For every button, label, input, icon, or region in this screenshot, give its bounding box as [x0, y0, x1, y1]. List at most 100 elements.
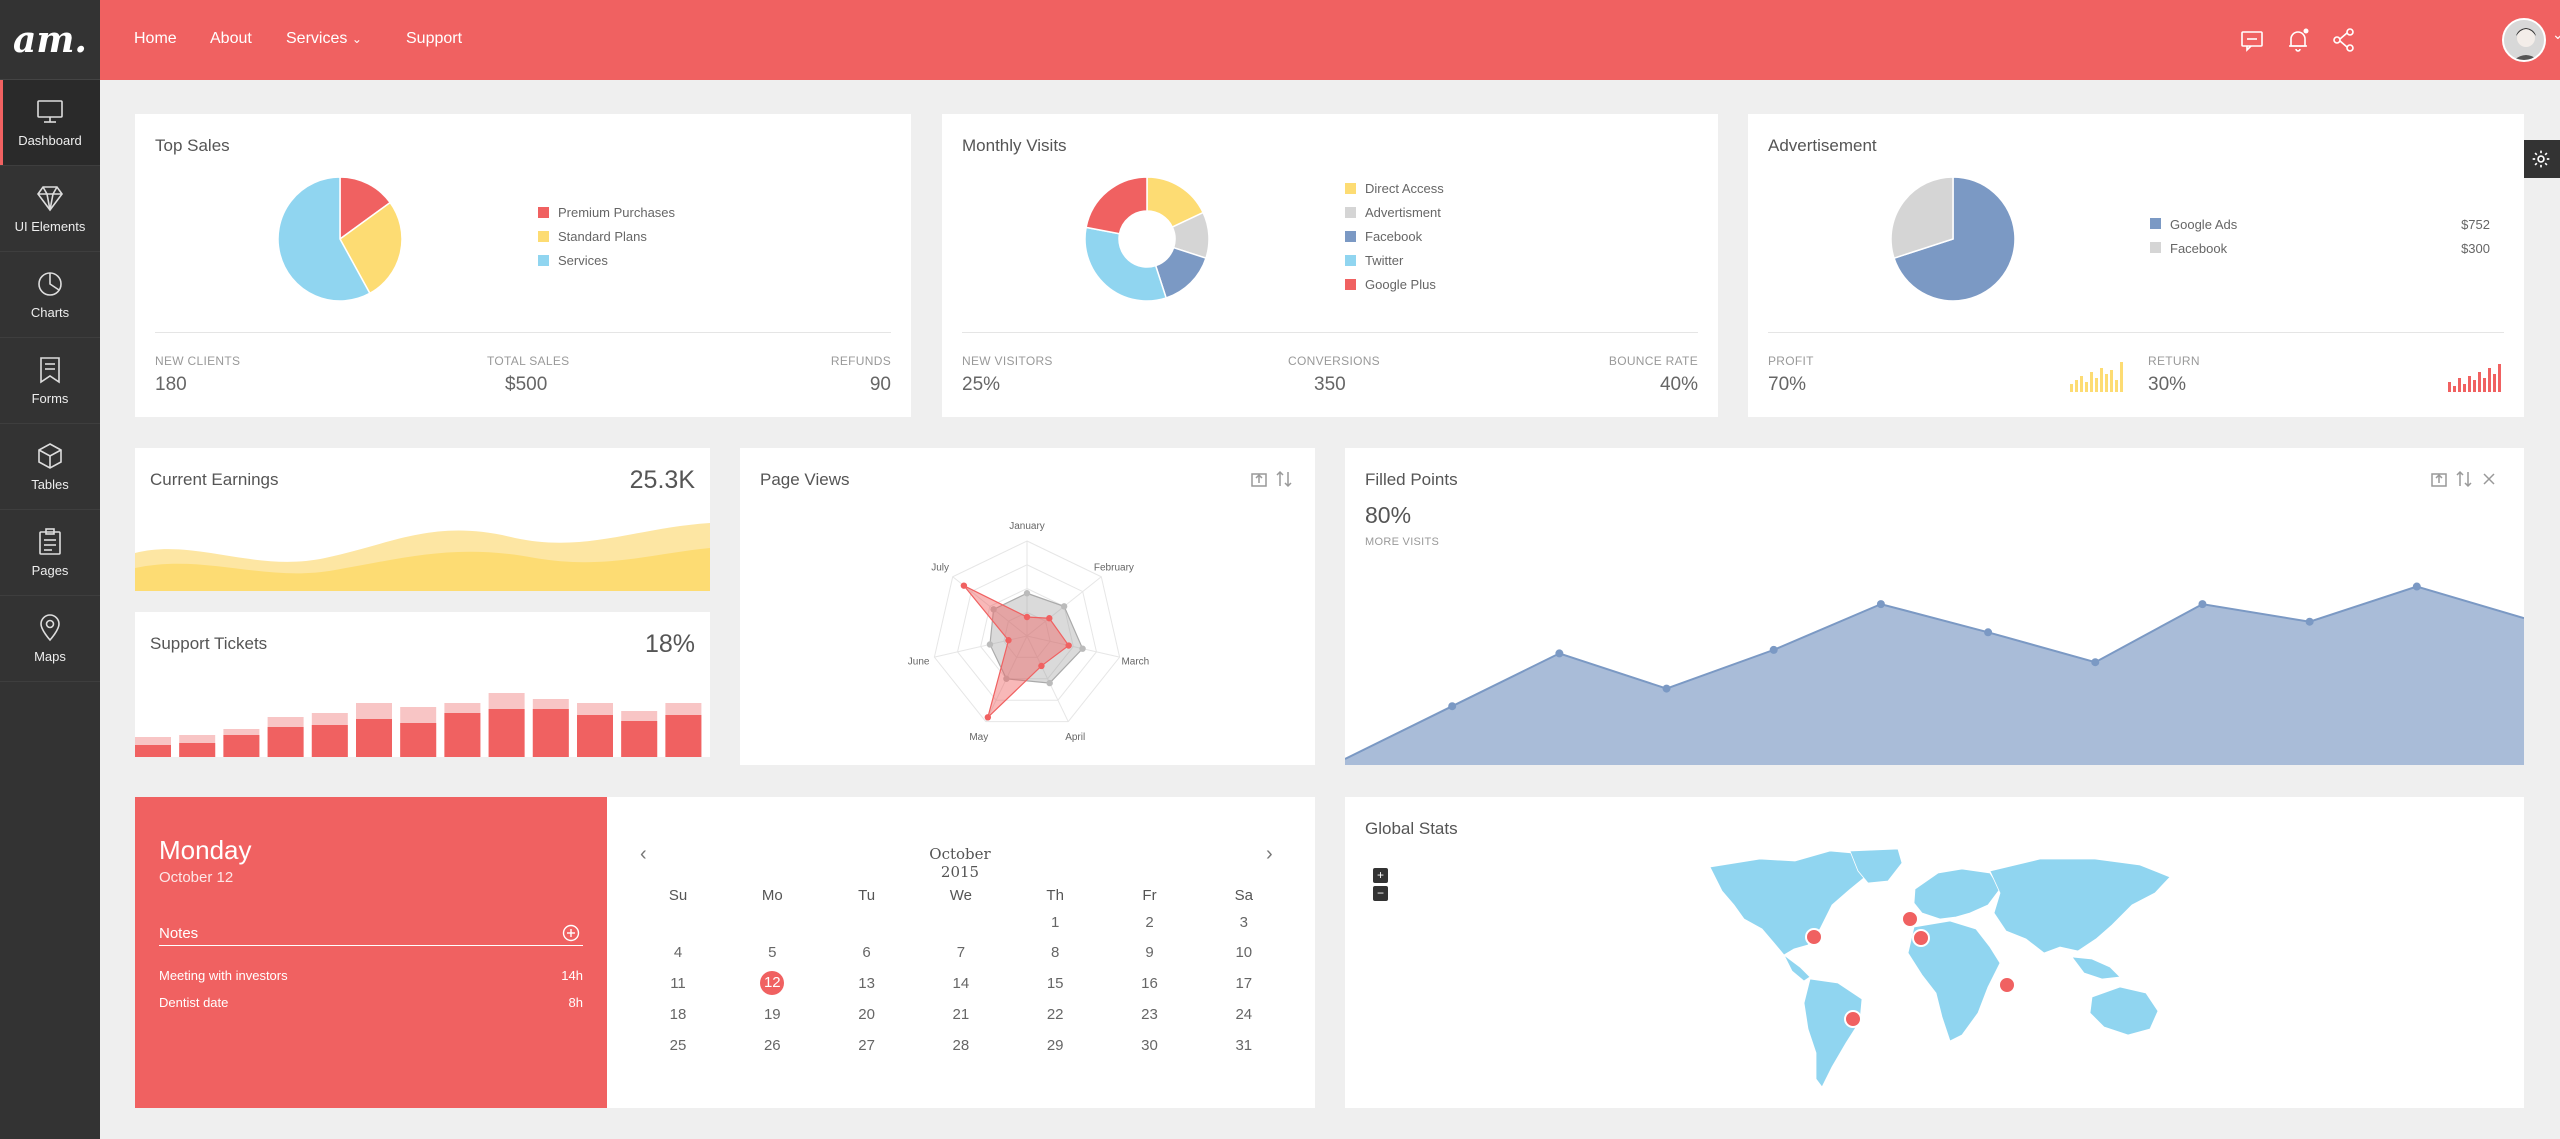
radar-point[interactable] — [1065, 642, 1072, 649]
pie-slice[interactable] — [1085, 176, 1148, 235]
nav-support[interactable]: Support — [406, 30, 462, 48]
map-marker[interactable] — [1912, 929, 1930, 947]
export-icon[interactable] — [2430, 470, 2448, 488]
user-menu-chevron-icon[interactable]: ⌄ — [2552, 26, 2560, 43]
radar-point[interactable] — [1023, 613, 1031, 621]
sort-icon[interactable] — [2455, 470, 2473, 488]
calendar-day-cell[interactable]: 13 — [837, 975, 897, 992]
calendar-day-cell[interactable]: 19 — [742, 1006, 802, 1023]
area-point[interactable] — [1984, 628, 1993, 637]
calendar-day-cell[interactable]: 14 — [931, 975, 991, 992]
calendar-day-cell[interactable]: 16 — [1120, 975, 1180, 992]
calendar-day-cell[interactable]: 22 — [1025, 1006, 1085, 1023]
avatar[interactable] — [2502, 18, 2546, 62]
map-zoom-in-button[interactable]: + — [1373, 868, 1388, 883]
area-point[interactable] — [2305, 617, 2314, 626]
radar-point[interactable] — [960, 582, 968, 589]
calendar-date: October 12 — [159, 869, 234, 886]
map-marker[interactable] — [1805, 928, 1823, 946]
calendar-day-cell[interactable]: 28 — [931, 1037, 991, 1054]
prev-month-button[interactable]: ‹ — [640, 843, 647, 866]
area-point[interactable] — [1876, 600, 1885, 609]
nav-services[interactable]: Services ⌄ — [286, 30, 362, 48]
radar-point[interactable] — [986, 641, 994, 648]
calendar-day-cell[interactable]: 29 — [1025, 1037, 1085, 1054]
calendar-day-cell[interactable]: 4 — [648, 944, 708, 961]
radar-point[interactable] — [1060, 603, 1068, 610]
calendar-day-cell[interactable]: 21 — [931, 1006, 991, 1023]
area-point[interactable] — [1448, 702, 1457, 711]
radar-point[interactable] — [1023, 590, 1031, 597]
close-icon[interactable] — [2480, 470, 2498, 488]
next-month-button[interactable]: › — [1266, 843, 1273, 866]
export-icon[interactable] — [1250, 470, 1268, 488]
message-icon[interactable] — [2238, 26, 2266, 54]
calendar-day-cell[interactable]: 8 — [1025, 944, 1085, 961]
stat-value: 40% — [1659, 374, 1698, 395]
calendar-day-cell[interactable]: 25 — [648, 1037, 708, 1054]
calendar-day-cell[interactable]: 31 — [1214, 1037, 1274, 1054]
sidebar-item-pages[interactable]: Pages — [0, 510, 100, 596]
sidebar-item-tables[interactable]: Tables — [0, 424, 100, 510]
area-point[interactable] — [2091, 658, 2100, 667]
sidebar-item-dashboard[interactable]: Dashboard — [0, 80, 100, 166]
pie-slice[interactable] — [1084, 226, 1168, 302]
area-point[interactable] — [2412, 582, 2421, 591]
radar-axis-label: March — [1121, 657, 1149, 668]
map-marker[interactable] — [1998, 976, 2016, 994]
map-marker[interactable] — [1901, 910, 1919, 928]
note-text[interactable]: Dentist date — [159, 995, 228, 1010]
map-marker[interactable] — [1844, 1010, 1862, 1028]
radar-point[interactable] — [1005, 637, 1012, 644]
radar-point[interactable] — [984, 714, 992, 721]
sidebar-item-label: Charts — [30, 305, 70, 320]
bell-icon[interactable] — [2284, 26, 2312, 54]
calendar-day-cell[interactable]: 30 — [1120, 1037, 1180, 1054]
area-point[interactable] — [1662, 684, 1671, 693]
nav-home[interactable]: Home — [134, 30, 177, 48]
note-text[interactable]: Meeting with investors — [159, 968, 288, 983]
app-logo[interactable]: am. — [0, 0, 100, 80]
radar-point[interactable] — [1079, 645, 1086, 652]
map-zoom-out-button[interactable]: − — [1373, 886, 1388, 901]
radar-point[interactable] — [1046, 615, 1053, 622]
add-note-icon[interactable] — [562, 924, 580, 942]
ticket-bar-value — [400, 723, 437, 757]
calendar-day-cell[interactable]: 2 — [1120, 914, 1180, 931]
share-icon[interactable] — [2330, 26, 2358, 54]
calendar-day-cell[interactable]: 10 — [1214, 944, 1274, 961]
stat-label: REFUNDS — [830, 354, 891, 368]
calendar-day-cell[interactable]: 1 — [1025, 914, 1085, 931]
radar-point[interactable] — [1038, 662, 1045, 670]
calendar-day-cell[interactable]: 27 — [837, 1037, 897, 1054]
sidebar-item-charts[interactable]: Charts — [0, 252, 100, 338]
calendar-day-cell[interactable]: 9 — [1120, 944, 1180, 961]
sidebar-item-maps[interactable]: Maps — [0, 596, 100, 682]
calendar-day-cell[interactable]: 17 — [1214, 975, 1274, 992]
sidebar-item-forms[interactable]: Forms — [0, 338, 100, 424]
calendar-day-cell[interactable]: 3 — [1214, 914, 1274, 931]
nav-about[interactable]: About — [210, 30, 252, 48]
calendar-day-cell[interactable]: 7 — [931, 944, 991, 961]
sort-icon[interactable] — [1275, 470, 1293, 488]
north-america — [1709, 850, 1876, 956]
area-point[interactable] — [1555, 649, 1564, 658]
calendar-day-cell[interactable]: 23 — [1120, 1006, 1180, 1023]
radar-point[interactable] — [1046, 679, 1053, 687]
calendar-day-cell[interactable]: 24 — [1214, 1006, 1274, 1023]
legend-swatch — [1345, 278, 1356, 290]
calendar-day-cell[interactable]: 26 — [742, 1037, 802, 1054]
world-map[interactable] — [1700, 847, 2170, 1092]
calendar-day-cell[interactable]: 5 — [742, 944, 802, 961]
calendar-day-cell[interactable]: 18 — [648, 1006, 708, 1023]
calendar-day-cell[interactable]: 20 — [837, 1006, 897, 1023]
settings-button[interactable] — [2522, 140, 2560, 178]
area-point[interactable] — [2198, 600, 2207, 609]
calendar-day-cell[interactable]: 11 — [648, 975, 708, 992]
sidebar-item-ui-elements[interactable]: UI Elements — [0, 166, 100, 252]
return-sparkline — [2448, 364, 2501, 392]
calendar-day-cell[interactable]: 6 — [837, 944, 897, 961]
profit-sparkline — [2070, 362, 2123, 392]
area-point[interactable] — [1769, 645, 1778, 654]
calendar-day-cell[interactable]: 15 — [1025, 975, 1085, 992]
